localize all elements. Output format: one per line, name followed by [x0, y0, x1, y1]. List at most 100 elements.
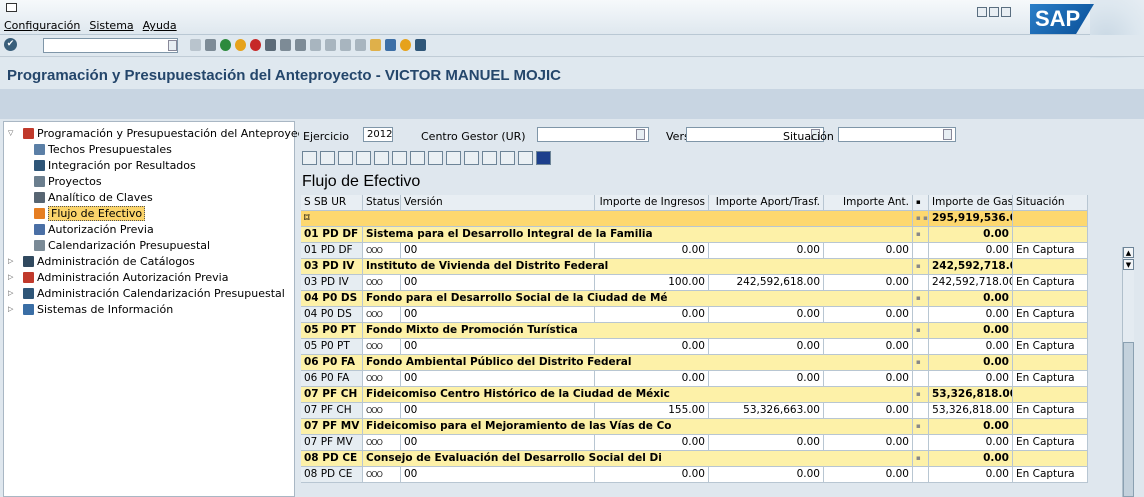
- row-version: 00: [401, 339, 595, 355]
- total-filter-icon: ⌑: [301, 211, 913, 227]
- cancel-icon[interactable]: [250, 39, 261, 51]
- tree-item[interactable]: Autorización Previa: [34, 222, 154, 236]
- menu-ayuda[interactable]: Ayuda: [143, 19, 177, 32]
- group-row[interactable]: 08 PD CE Consejo de Evaluación del Desarr…: [301, 451, 1088, 467]
- group-name: Fondo para el Desarrollo Social de la Ci…: [363, 291, 913, 307]
- expand-closed-icon[interactable]: ▷: [8, 273, 17, 281]
- situacion-dropdown-icon[interactable]: [943, 129, 952, 140]
- group-row[interactable]: 05 P0 PT Fondo Mixto de Promoción Turísti…: [301, 323, 1088, 339]
- group-row[interactable]: 04 P0 DS Fondo para el Desarrollo Social …: [301, 291, 1088, 307]
- scroll-down-icon[interactable]: ▼: [1123, 259, 1134, 270]
- group-row[interactable]: 03 PD IV Instituto de Vivienda del Distri…: [301, 259, 1088, 275]
- tree-item[interactable]: Calendarización Presupuestal: [34, 238, 210, 252]
- previous-page-icon[interactable]: [325, 39, 336, 51]
- centro-gestor-dropdown-icon[interactable]: [636, 129, 645, 140]
- scroll-up-icon[interactable]: ▲: [1123, 247, 1134, 258]
- menu-sistema[interactable]: Sistema: [89, 19, 133, 32]
- expand-closed-icon[interactable]: ▷: [8, 305, 17, 313]
- tree-item[interactable]: ▷ Sistemas de Información: [8, 302, 173, 316]
- export-icon[interactable]: [464, 151, 479, 165]
- table-row[interactable]: 05 P0 PT OOO 00 0.00 0.00 0.00 0.00 En Captura: [301, 339, 1088, 355]
- close-icon[interactable]: [1001, 7, 1011, 17]
- application-toolbar: [0, 89, 1144, 119]
- maximize-icon[interactable]: [989, 7, 999, 17]
- row-gasto: 0.00: [929, 467, 1013, 483]
- enter-check-icon[interactable]: ✔: [4, 38, 17, 51]
- tree-item[interactable]: Proyectos: [34, 174, 102, 188]
- sort-descending-icon[interactable]: [338, 151, 353, 165]
- scrollbar-thumb[interactable]: [1123, 342, 1134, 497]
- spreadsheet-icon[interactable]: [500, 151, 515, 165]
- command-field[interactable]: [43, 38, 178, 53]
- tree-item[interactable]: ▽ Programación y Presupuestación del Ante…: [8, 126, 315, 140]
- last-page-icon[interactable]: [355, 39, 366, 51]
- print-preview-icon[interactable]: [446, 151, 461, 165]
- group-row[interactable]: 07 PF CH Fideicomiso Centro Histórico de …: [301, 387, 1088, 403]
- menu-configuracion[interactable]: Configuración: [4, 19, 80, 32]
- sort-ascending-icon[interactable]: [320, 151, 335, 165]
- exit-icon[interactable]: [235, 39, 246, 51]
- row-version: 00: [401, 435, 595, 451]
- group-marker-icon: ▪: [913, 355, 929, 371]
- navigation-tree: ▽ Programación y Presupuestación del Ante…: [3, 121, 315, 497]
- save-icon[interactable]: [205, 39, 216, 51]
- group-row[interactable]: 01 PD DF Sistema para el Desarrollo Integ…: [301, 227, 1088, 243]
- row-aport: 0.00: [709, 243, 824, 259]
- layout-menu-icon[interactable]: [415, 39, 426, 51]
- shortcut-icon[interactable]: [385, 39, 396, 51]
- centro-gestor-field[interactable]: [537, 127, 649, 142]
- expand-closed-icon[interactable]: ▷: [8, 257, 17, 265]
- back-icon[interactable]: [220, 39, 231, 51]
- find-icon[interactable]: [280, 39, 291, 51]
- status-icon: OOO: [363, 435, 401, 451]
- tree-item[interactable]: Integración por Resultados: [34, 158, 196, 172]
- total-row[interactable]: ⌑▪ ▪295,919,536.00: [301, 211, 1088, 227]
- tree-item[interactable]: Flujo de Efectivo: [34, 205, 146, 221]
- table-row[interactable]: 07 PF CH OOO 00 155.00 53,326,663.00 0.00 53,3…: [301, 403, 1088, 419]
- print-icon[interactable]: [265, 39, 276, 51]
- help-icon[interactable]: [400, 39, 411, 51]
- find-icon[interactable]: [356, 151, 371, 165]
- tree-item[interactable]: ▷ Administración de Catálogos: [8, 254, 195, 268]
- table-row[interactable]: 01 PD DF OOO 00 0.00 0.00 0.00 0.00 En Captura: [301, 243, 1088, 259]
- new-session-icon[interactable]: [370, 39, 381, 51]
- tree-item-label: Flujo de Efectivo: [48, 205, 146, 221]
- row-aport: 0.00: [709, 435, 824, 451]
- filter-icon[interactable]: [392, 151, 407, 165]
- table-row[interactable]: 06 P0 FA OOO 00 0.00 0.00 0.00 0.00 En Captura: [301, 371, 1088, 387]
- ejercicio-field[interactable]: 2012: [363, 127, 393, 142]
- first-page-icon[interactable]: [310, 39, 321, 51]
- group-situacion: [1013, 259, 1088, 275]
- table-row[interactable]: 04 P0 DS OOO 00 0.00 0.00 0.00 0.00 En Captura: [301, 307, 1088, 323]
- sum-icon[interactable]: [410, 151, 425, 165]
- back-arrow-icon[interactable]: [190, 39, 201, 51]
- table-row[interactable]: 08 PD CE OOO 00 0.00 0.00 0.00 0.00 En Captura: [301, 467, 1088, 483]
- tree-item[interactable]: Analítico de Claves: [34, 190, 153, 204]
- table-row[interactable]: 07 PF MV OOO 00 0.00 0.00 0.00 0.00 En Captura: [301, 435, 1088, 451]
- tree-item[interactable]: Techos Presupuestales: [34, 142, 172, 156]
- window-menu-icon[interactable]: [6, 3, 17, 12]
- group-gasto: 0.00: [929, 355, 1013, 371]
- command-history-dropdown-icon[interactable]: [168, 40, 177, 51]
- details-icon[interactable]: [302, 151, 317, 165]
- table-row[interactable]: 03 PD IV OOO 00 100.00 242,592,618.00 0.00 242…: [301, 275, 1088, 291]
- situacion-field[interactable]: [838, 127, 956, 142]
- next-page-icon[interactable]: [340, 39, 351, 51]
- row-ingresos: 0.00: [595, 435, 709, 451]
- vertical-scrollbar[interactable]: ▲ ▼: [1122, 247, 1134, 497]
- tree-item-label: Analítico de Claves: [48, 190, 153, 204]
- row-situacion: En Captura: [1013, 307, 1088, 323]
- subtotal-icon[interactable]: [428, 151, 443, 165]
- find-next-icon[interactable]: [374, 151, 389, 165]
- tree-item[interactable]: ▷ Administración Calendarización Presupue…: [8, 286, 285, 300]
- tree-item[interactable]: ▷ Administración Autorización Previa: [8, 270, 228, 284]
- graphic-icon[interactable]: [518, 151, 533, 165]
- group-row[interactable]: 07 PF MV Fideicomiso para el Mejoramiento…: [301, 419, 1088, 435]
- expand-open-icon[interactable]: ▽: [8, 129, 17, 137]
- layout-icon[interactable]: [482, 151, 497, 165]
- minimize-icon[interactable]: [977, 7, 987, 17]
- information-icon[interactable]: [536, 151, 551, 165]
- expand-closed-icon[interactable]: ▷: [8, 289, 17, 297]
- find-next-icon[interactable]: [295, 39, 306, 51]
- group-row[interactable]: 06 P0 FA Fondo Ambiental Público del Dist…: [301, 355, 1088, 371]
